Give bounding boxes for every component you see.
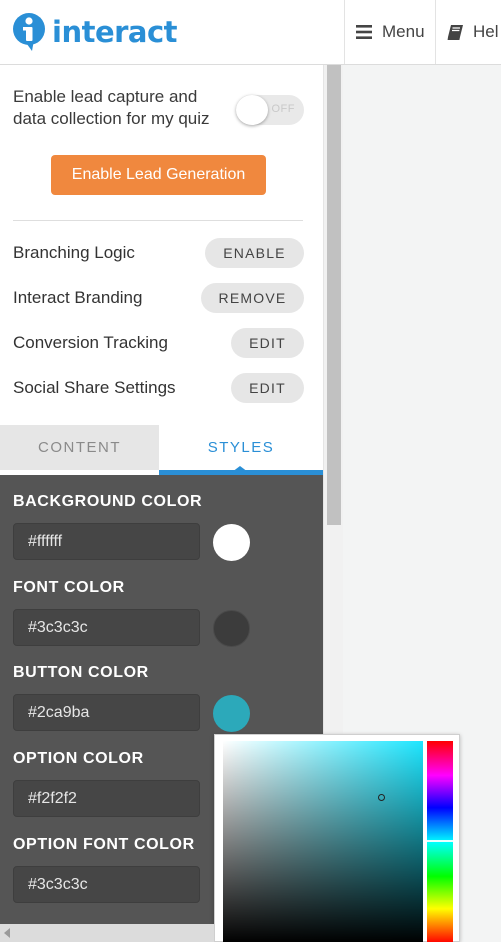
interact-logo-icon (13, 13, 45, 51)
toggle-knob[interactable] (236, 95, 268, 125)
hue-slider[interactable] (427, 741, 453, 942)
setting-label-social-share: Social Share Settings (13, 378, 176, 397)
option-color-label: OPTION COLOR (13, 750, 144, 767)
enable-lead-generation-button[interactable]: Enable Lead Generation (51, 155, 266, 195)
option-font-color-input[interactable]: #3c3c3c (13, 866, 200, 903)
color-picker-popup (214, 734, 460, 942)
help-button[interactable]: Hel (447, 0, 499, 64)
interact-logo[interactable]: interact (12, 12, 178, 52)
lead-capture-description: Enable lead capture and data collection … (13, 87, 210, 128)
saturation-brightness-field[interactable] (223, 741, 423, 942)
tab-content[interactable]: CONTENT (0, 425, 159, 470)
toggle-state-label: OFF (271, 103, 295, 115)
help-label: Hel (473, 22, 499, 41)
setting-label-conversion-tracking: Conversion Tracking (13, 333, 168, 352)
hamburger-icon (356, 25, 372, 39)
font-color-swatch[interactable] (213, 610, 250, 647)
menu-label: Menu (382, 22, 425, 41)
active-tab-pointer (232, 466, 248, 472)
button-color-swatch[interactable] (213, 695, 250, 732)
horizontal-scrollbar[interactable] (0, 924, 214, 942)
setting-label-branching-logic: Branching Logic (13, 243, 135, 262)
nav-divider (344, 0, 345, 64)
interact-branding-remove-button[interactable]: REMOVE (201, 283, 304, 313)
color-picker-handle[interactable] (378, 794, 385, 801)
font-color-label: FONT COLOR (13, 579, 125, 596)
background-color-input[interactable]: #ffffff (13, 523, 200, 560)
logo-wordmark: interact (52, 15, 178, 49)
book-icon (447, 24, 463, 40)
font-color-input[interactable]: #3c3c3c (13, 609, 200, 646)
conversion-tracking-edit-button[interactable]: EDIT (231, 328, 304, 358)
background-color-label: BACKGROUND COLOR (13, 493, 203, 510)
scroll-left-arrow-icon[interactable] (4, 928, 10, 938)
top-header: interact Menu Hel (0, 0, 501, 65)
branching-logic-enable-button[interactable]: ENABLE (205, 238, 304, 268)
menu-button[interactable]: Menu (356, 0, 425, 64)
button-color-input[interactable]: #2ca9ba (13, 694, 200, 731)
section-divider (13, 220, 303, 221)
nav-divider (435, 0, 436, 64)
setting-label-interact-branding: Interact Branding (13, 288, 143, 307)
background-color-swatch[interactable] (213, 524, 250, 561)
tab-styles[interactable]: STYLES (159, 425, 323, 470)
scrollbar-thumb[interactable] (327, 65, 341, 525)
social-share-edit-button[interactable]: EDIT (231, 373, 304, 403)
button-color-label: BUTTON COLOR (13, 664, 149, 681)
option-font-color-label: OPTION FONT COLOR (13, 836, 195, 853)
hue-slider-marker[interactable] (427, 840, 453, 842)
lead-capture-toggle[interactable]: OFF (236, 95, 304, 125)
option-color-input[interactable]: #f2f2f2 (13, 780, 200, 817)
